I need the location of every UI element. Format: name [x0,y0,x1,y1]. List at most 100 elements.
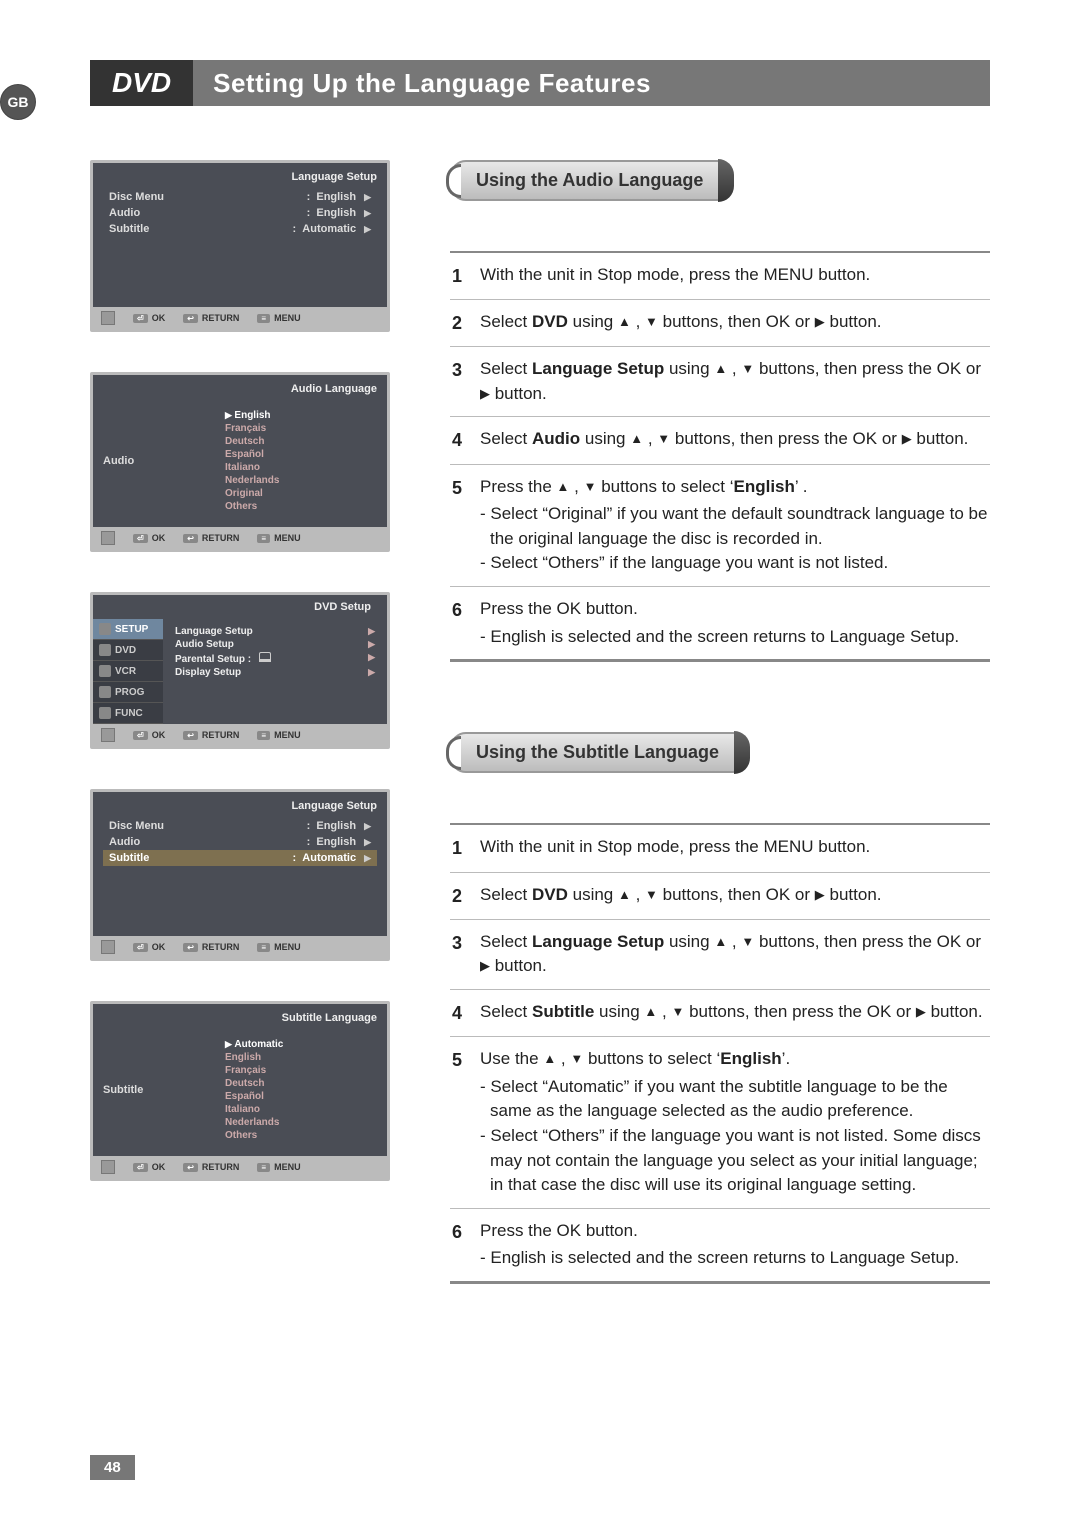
osd-title: Subtitle Language [103,1012,377,1024]
instruction-step: 3Select Language Setup using ▲ , ▼ butto… [450,347,990,417]
return-label: RETURN [202,313,240,323]
step-number: 6 [452,597,480,649]
tab-icon [99,707,111,719]
ok-label: OK [152,533,166,543]
osd-list-item: Others [213,500,377,513]
osd-list-item: Nederlands [213,474,377,487]
osd-side-tab: SETUP [93,619,163,640]
menu-label: MENU [274,730,301,740]
tab-icon [99,644,111,656]
step-body: Select Subtitle using ▲ , ▼ buttons, the… [480,1000,988,1026]
ok-label: OK [152,942,166,952]
nav-icon [101,311,115,325]
lock-icon [259,652,271,662]
osd-list-item: Deutsch [213,1077,377,1090]
page-title: Setting Up the Language Features [213,68,651,99]
osd-side-tab: FUNC [93,703,163,724]
osd-title: Audio Language [103,383,377,395]
instruction-step: 5Use the ▲ , ▼ buttons to select ‘Englis… [450,1037,990,1209]
nav-icon [101,728,115,742]
osd-list-item: English [213,1051,377,1064]
step-number: 1 [452,263,480,289]
step-body: Select Language Setup using ▲ , ▼ button… [480,357,988,406]
osd-subtitle-language: Subtitle Language Subtitle AutomaticEngl… [90,1001,390,1181]
menu-label: MENU [274,1162,301,1172]
osd-list-item: Italiano [213,1103,377,1116]
osd-list-item: Automatic [213,1038,377,1051]
step-body: Press the OK button.- English is selecte… [480,597,988,649]
return-label: RETURN [202,730,240,740]
step-body: With the unit in Stop mode, press the ME… [480,263,988,289]
step-number: 4 [452,427,480,453]
page-number: 48 [90,1455,135,1480]
step-body: Select DVD using ▲ , ▼ buttons, then OK … [480,310,988,336]
region-badge: GB [0,84,36,120]
step-number: 2 [452,310,480,336]
instruction-step: 2Select DVD using ▲ , ▼ buttons, then OK… [450,873,990,920]
step-number: 4 [452,1000,480,1026]
osd-setup-row: Display Setup▶ [171,666,379,679]
osd-footer: ⏎OK ↩RETURN ≡MENU [93,307,387,329]
osd-row: Subtitle: Automatic▶ [103,221,377,237]
instruction-step: 1With the unit in Stop mode, press the M… [450,253,990,300]
osd-setup-row: Language Setup▶ [171,625,379,638]
osd-row: Subtitle: Automatic▶ [103,850,377,866]
osd-audio-language: Audio Language Audio EnglishFrançaisDeut… [90,372,390,552]
osd-list-label: Audio [103,455,213,467]
osd-title: Language Setup [103,171,377,183]
ok-label: OK [152,313,166,323]
step-body: Press the OK button.- English is selecte… [480,1219,988,1271]
osd-footer: ⏎OK ↩RETURN ≡MENU [93,936,387,958]
step-number: 5 [452,1047,480,1198]
instruction-step: 4Select Subtitle using ▲ , ▼ buttons, th… [450,990,990,1037]
ok-label: OK [152,730,166,740]
osd-list-item: Nederlands [213,1116,377,1129]
step-body: Press the ▲ , ▼ buttons to select ‘Engli… [480,475,988,577]
step-number: 3 [452,357,480,406]
osd-setup-row: Parental Setup : ▶ [171,651,379,666]
title-chip: DVD [90,60,193,106]
osd-footer: ⏎OK ↩RETURN ≡MENU [93,724,387,746]
step-number: 5 [452,475,480,577]
osd-list-item: Español [213,448,377,461]
menu-label: MENU [274,313,301,323]
section-heading-subtitle: Using the Subtitle Language [450,732,749,773]
instruction-step: 3Select Language Setup using ▲ , ▼ butto… [450,920,990,990]
osd-row: Audio: English▶ [103,834,377,850]
osd-language-setup: Language Setup Disc Menu: English▶Audio:… [90,160,390,332]
nav-icon [101,1160,115,1174]
step-body: Select DVD using ▲ , ▼ buttons, then OK … [480,883,988,909]
osd-title: Language Setup [103,800,377,812]
osd-list-item: English [213,409,377,422]
step-body: With the unit in Stop mode, press the ME… [480,835,988,861]
osd-list-item: Others [213,1129,377,1142]
instruction-step: 5Press the ▲ , ▼ buttons to select ‘Engl… [450,465,990,588]
osd-footer: ⏎OK ↩RETURN ≡MENU [93,1156,387,1178]
section-heading-audio: Using the Audio Language [450,160,733,201]
step-number: 2 [452,883,480,909]
return-label: RETURN [202,533,240,543]
tab-icon [99,623,111,635]
nav-icon [101,531,115,545]
osd-dvd-setup: DVD Setup SETUPDVDVCRPROGFUNC Language S… [90,592,390,749]
osd-side-tab: DVD [93,640,163,661]
instruction-step: 6Press the OK button.- English is select… [450,1209,990,1284]
osd-row: Disc Menu: English▶ [103,818,377,834]
instruction-step: 6Press the OK button.- English is select… [450,587,990,662]
osd-setup-row: Audio Setup▶ [171,638,379,651]
osd-list-item: Français [213,422,377,435]
osd-language-setup-subtitle: Language Setup Disc Menu: English▶Audio:… [90,789,390,961]
step-body: Use the ▲ , ▼ buttons to select ‘English… [480,1047,988,1198]
instruction-step: 2Select DVD using ▲ , ▼ buttons, then OK… [450,300,990,347]
instruction-step: 1With the unit in Stop mode, press the M… [450,825,990,872]
step-number: 6 [452,1219,480,1271]
osd-list-item: Español [213,1090,377,1103]
instruction-step: 4Select Audio using ▲ , ▼ buttons, then … [450,417,990,464]
nav-icon [101,940,115,954]
osd-list-label: Subtitle [103,1084,213,1096]
osd-list-item: Deutsch [213,435,377,448]
page-title-bar: DVD Setting Up the Language Features [90,60,990,106]
return-label: RETURN [202,942,240,952]
osd-list-item: Italiano [213,461,377,474]
osd-list-item: Original [213,487,377,500]
